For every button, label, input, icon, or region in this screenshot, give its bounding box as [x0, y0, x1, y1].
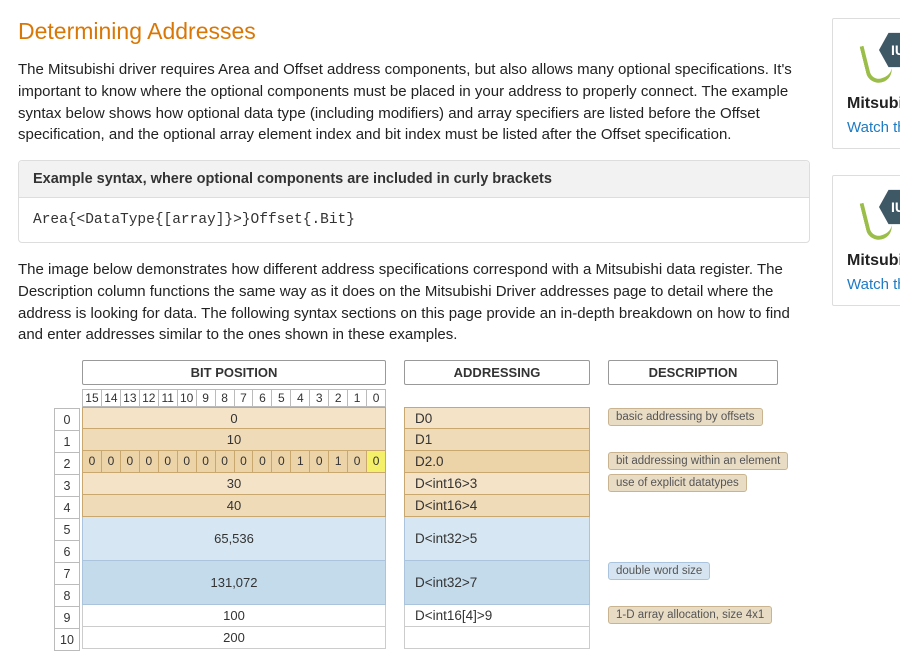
offset-column: 012345678910 [54, 408, 80, 651]
bit-label: 11 [159, 390, 178, 407]
bits-cell: 65,536 [82, 517, 386, 561]
bit-label-row: 1514131211109876543210 [82, 389, 386, 407]
offset-cell: 4 [55, 497, 80, 519]
bits-cell: 0 [82, 407, 386, 429]
bit-label: 13 [121, 390, 140, 407]
sidebar-card[interactable]: IU Mitsubishi Watch the [832, 18, 900, 149]
table-row: 200 [82, 627, 810, 649]
table-row: 40 D<int16>4 [82, 495, 810, 517]
offset-cell: 9 [55, 607, 80, 629]
card-title: Mitsubishi [847, 252, 900, 270]
offset-cell: 8 [55, 585, 80, 607]
bit-label: 7 [235, 390, 254, 407]
description-cell: bit addressing within an element [608, 451, 788, 473]
table-row: 30 D<int16>3 use of explicit datatypes [82, 473, 810, 495]
offset-cell: 6 [55, 541, 80, 563]
intro-paragraph: The Mitsubishi driver requires Area and … [18, 59, 810, 146]
description-cell: basic addressing by offsets [608, 407, 763, 429]
offset-cell: 2 [55, 453, 80, 475]
addressing-cell [404, 627, 590, 649]
bit-label: 2 [329, 390, 348, 407]
example-syntax-block: Example syntax, where optional component… [18, 160, 810, 243]
iu-badge-icon: IU [855, 33, 900, 83]
card-title: Mitsubishi [847, 95, 900, 113]
bit-label: 3 [310, 390, 329, 407]
bit-label: 5 [272, 390, 291, 407]
table-row: 0 D0 basic addressing by offsets [82, 407, 810, 429]
addressing-cell: D<int32>5 [404, 517, 590, 561]
offset-cell: 10 [55, 629, 80, 651]
description-cell: double word size [608, 561, 710, 605]
sidebar: IU Mitsubishi Watch the IU Mitsubishi Wa… [832, 18, 900, 649]
description-tag: 1-D array allocation, size 4x1 [608, 606, 772, 624]
addressing-cell: D<int16>4 [404, 495, 590, 517]
table-row: 0000000000010100 D2.0 bit addressing withi… [82, 451, 810, 473]
addressing-cell: D<int32>7 [404, 561, 590, 605]
addressing-cell: D1 [404, 429, 590, 451]
offset-cell: 0 [55, 409, 80, 431]
header-addressing: ADDRESSING [404, 360, 590, 385]
bit-label: 10 [178, 390, 197, 407]
bits-cell: 40 [82, 495, 386, 517]
addressing-cell: D<int16[4]>9 [404, 605, 590, 627]
addressing-cell: D2.0 [404, 451, 590, 473]
table-row: 65,536 D<int32>5 [82, 517, 810, 561]
bit-label: 6 [253, 390, 272, 407]
offset-cell: 5 [55, 519, 80, 541]
bits-cell: 131,072 [82, 561, 386, 605]
description-cell: use of explicit datatypes [608, 473, 747, 495]
description-tag: bit addressing within an element [608, 452, 788, 470]
addressing-cell: D<int16>3 [404, 473, 590, 495]
description-tag: basic addressing by offsets [608, 408, 763, 426]
bits-cell: 100 [82, 605, 386, 627]
description-tag: use of explicit datatypes [608, 474, 747, 492]
bit-label: 15 [83, 390, 102, 407]
bits-cell: 0000000000010100 [82, 451, 386, 473]
description-tag: double word size [608, 562, 710, 580]
card-link[interactable]: Watch the [847, 276, 900, 293]
offset-cell: 7 [55, 563, 80, 585]
card-link[interactable]: Watch the [847, 119, 900, 136]
description-cell: 1-D array allocation, size 4x1 [608, 605, 772, 627]
iu-badge-icon: IU [855, 190, 900, 240]
bits-cell: 10 [82, 429, 386, 451]
bit-label: 14 [102, 390, 121, 407]
addressing-cell: D0 [404, 407, 590, 429]
sidebar-card[interactable]: IU Mitsubishi Watch the [832, 175, 900, 306]
offset-cell: 1 [55, 431, 80, 453]
addressing-diagram: BIT POSITION ADDRESSING DESCRIPTION 1514… [18, 360, 810, 649]
codeblock-code: Area{<DataType{[array]}>}Offset{.Bit} [19, 198, 809, 242]
second-paragraph: The image below demonstrates how differe… [18, 259, 810, 346]
table-row: 131,072 D<int32>7 double word size [82, 561, 810, 605]
table-row: 100 D<int16[4]>9 1-D array allocation, siz… [82, 605, 810, 627]
bits-cell: 200 [82, 627, 386, 649]
bits-cell: 30 [82, 473, 386, 495]
header-description: DESCRIPTION [608, 360, 778, 385]
bit-label: 1 [348, 390, 367, 407]
bit-label: 12 [140, 390, 159, 407]
page-title: Determining Addresses [18, 18, 810, 45]
bit-label: 8 [216, 390, 235, 407]
table-row: 10 D1 [82, 429, 810, 451]
bit-label: 0 [367, 390, 386, 407]
header-bit-position: BIT POSITION [82, 360, 386, 385]
codeblock-caption: Example syntax, where optional component… [19, 161, 809, 198]
offset-cell: 3 [55, 475, 80, 497]
bit-label: 9 [197, 390, 216, 407]
main-content: Determining Addresses The Mitsubishi dri… [18, 18, 810, 649]
bit-label: 4 [291, 390, 310, 407]
